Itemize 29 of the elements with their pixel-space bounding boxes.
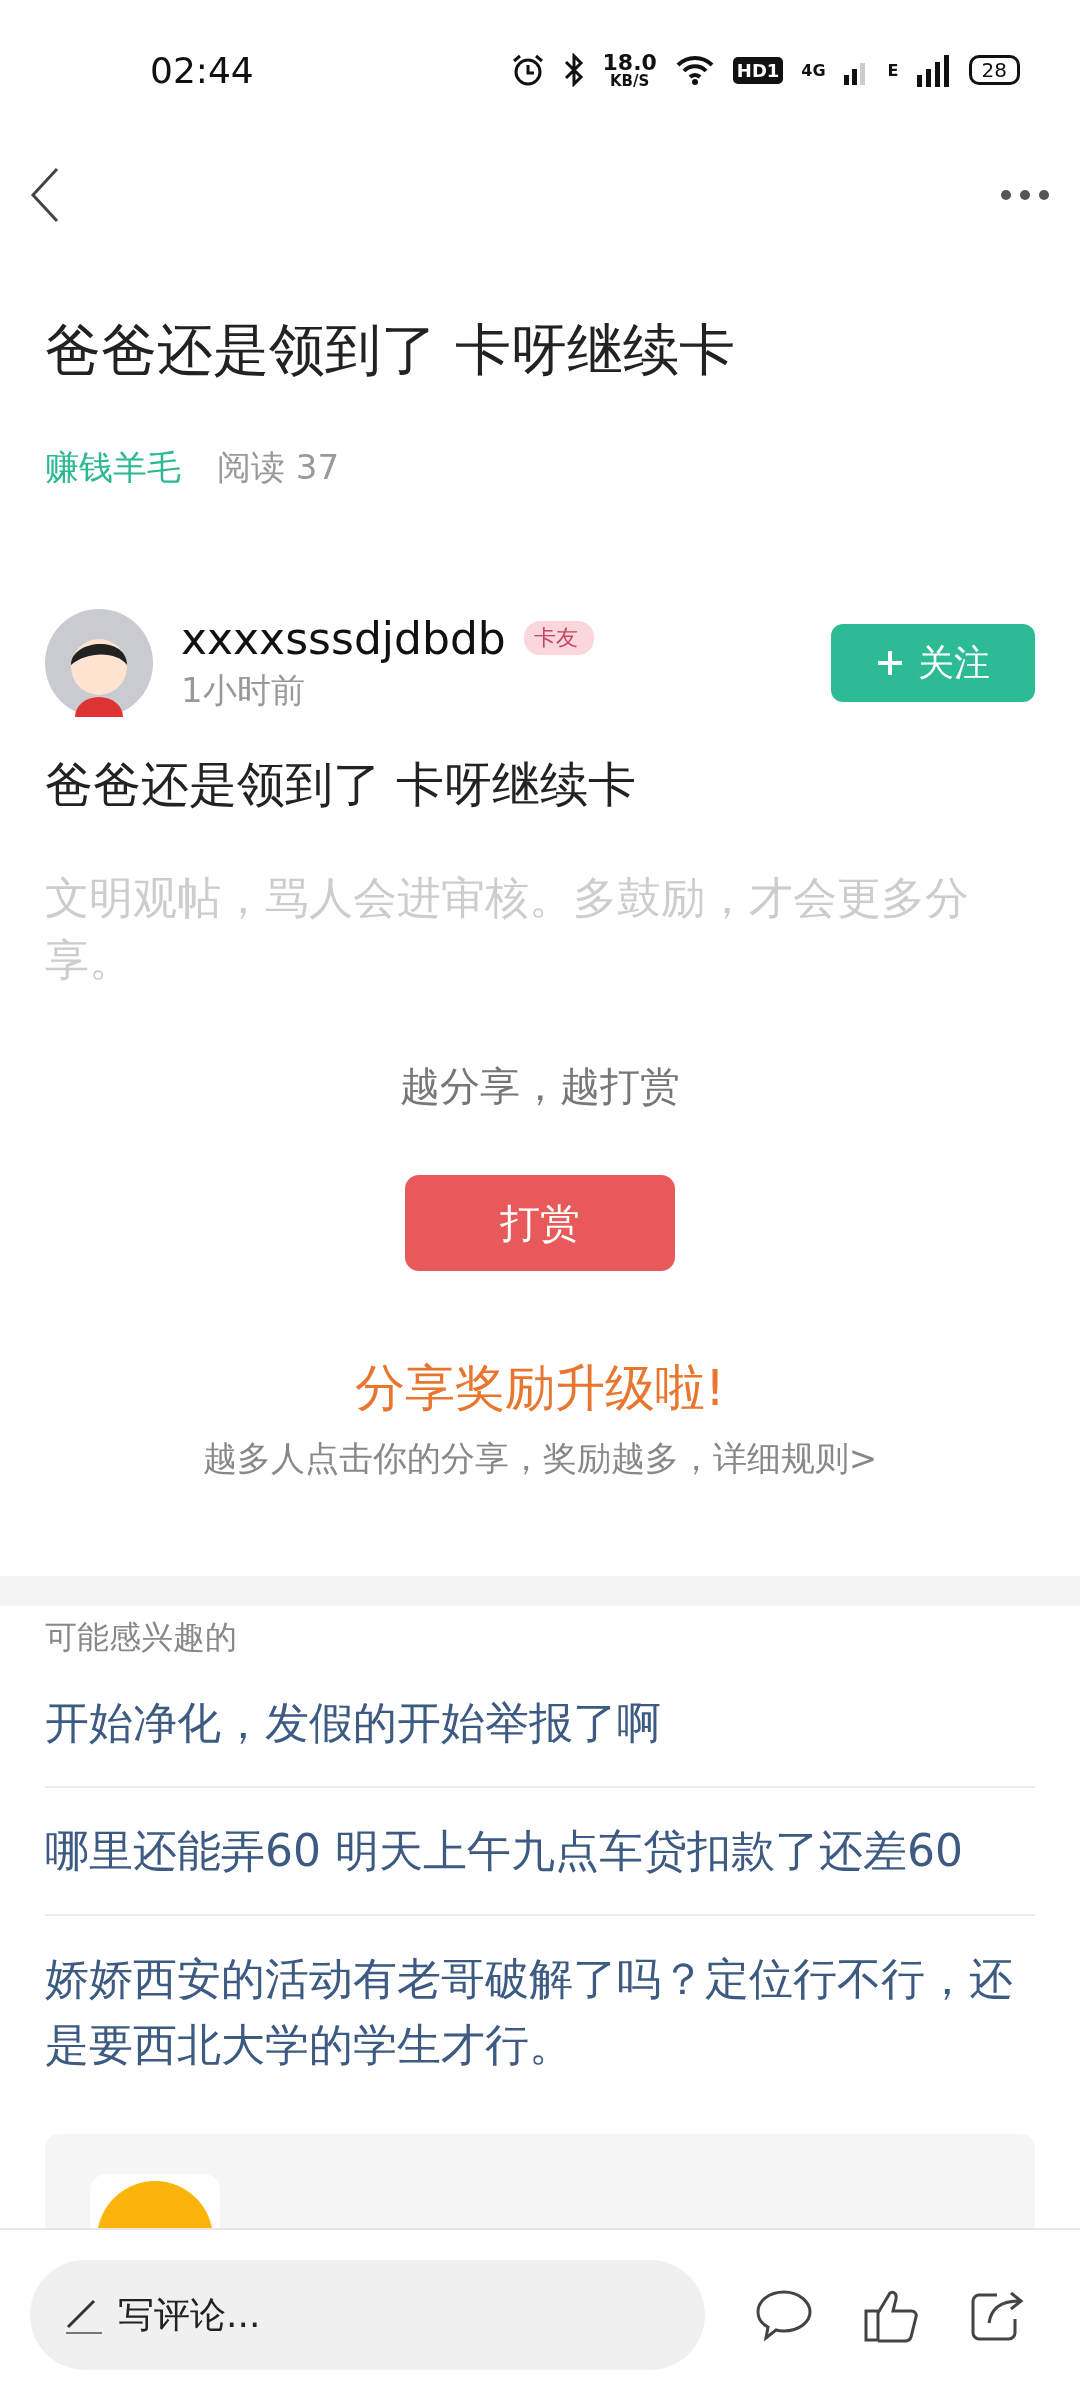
plus-icon	[876, 649, 904, 677]
network-type: 4G	[801, 60, 826, 80]
alarm-icon	[510, 53, 545, 87]
network-speed: 18.0 KB/S	[602, 51, 657, 89]
member-badge: 卡友	[523, 621, 594, 655]
status-time: 02:44	[150, 49, 255, 91]
avatar-icon[interactable]	[45, 609, 153, 717]
post-title: 爸爸还是领到了 卡呀继续卡	[45, 316, 736, 384]
related-heading: 可能感兴趣的	[45, 1617, 238, 1658]
back-icon[interactable]	[30, 167, 60, 223]
read-count: 阅读 37	[217, 446, 340, 489]
related-post-link[interactable]: 娇娇西安的活动有老哥破解了吗？定位行不行，还是要西北大学的学生才行。	[45, 1916, 1035, 2108]
share-rules-link[interactable]: 越多人点击你的分享，奖励越多，详细规则>	[0, 1436, 1080, 1482]
related-post-link[interactable]: 哪里还能弄60 明天上午九点车贷扣款了还差60	[45, 1788, 1035, 1916]
post-time: 1小时前	[181, 668, 306, 712]
hd-badge: HD1	[732, 56, 784, 84]
network-type: E	[887, 60, 899, 80]
more-icon[interactable]	[1000, 189, 1050, 201]
author-name[interactable]: xxxxsssdjdbdb	[181, 612, 506, 664]
share-title: 分享奖励升级啦!	[353, 1358, 726, 1419]
comment-icon[interactable]	[755, 2289, 813, 2341]
battery-indicator: 28	[968, 55, 1020, 85]
comment-field[interactable]: 写评论...	[30, 2260, 705, 2370]
reward-hint: 越分享，越打赏	[399, 1062, 681, 1111]
bluetooth-icon	[562, 53, 585, 87]
wifi-icon	[674, 54, 715, 86]
signal-icon	[916, 53, 951, 87]
related-post-link[interactable]: 开始净化，发假的开始举报了啊	[45, 1660, 1035, 1788]
post-body: 爸爸还是领到了 卡呀继续卡	[45, 755, 638, 814]
